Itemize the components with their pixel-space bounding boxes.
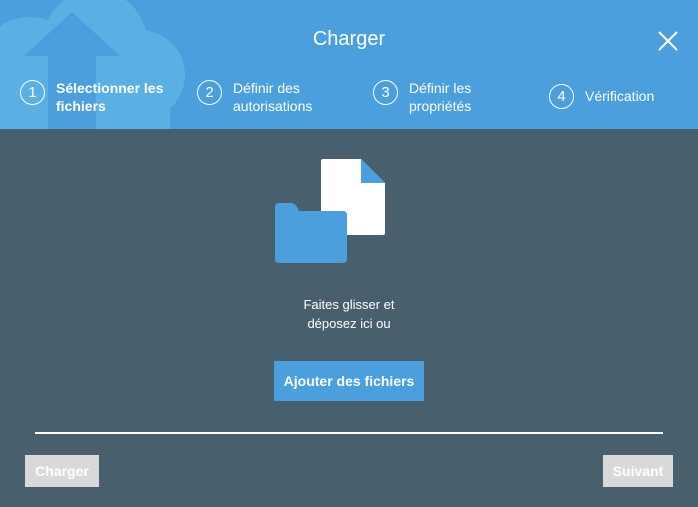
step-set-permissions[interactable]: 2 Définir des autorisations (197, 79, 353, 115)
step-select-files[interactable]: 1 Sélectionner les fichiers (20, 79, 176, 115)
step-number: 3 (373, 80, 398, 105)
step-verification[interactable]: 4 Vérification (549, 84, 698, 109)
step-label: Vérification (585, 88, 655, 104)
drop-text-line2: déposez ici ou (307, 316, 391, 331)
step-label: Définir les propriétés (409, 80, 472, 114)
upload-button[interactable]: Charger (25, 455, 99, 487)
step-number: 1 (20, 80, 45, 105)
dialog-title: Charger (312, 28, 386, 50)
step-number: 2 (197, 80, 222, 105)
drop-text-line1: Faites glisser et (303, 297, 395, 312)
close-icon[interactable] (654, 27, 682, 55)
drop-instructions: Faites glisser et déposez ici ou (249, 295, 449, 333)
add-files-button[interactable]: Ajouter des fichiers (274, 361, 424, 401)
dialog-header: Charger 1 Sélectionner les fichiers 2 Dé… (0, 0, 698, 129)
upload-dialog: Charger 1 Sélectionner les fichiers 2 Dé… (0, 0, 698, 507)
next-button[interactable]: Suivant (603, 455, 673, 487)
folder-file-icon (275, 159, 385, 263)
step-label: Sélectionner les fichiers (56, 80, 164, 114)
step-set-properties[interactable]: 3 Définir les propriétés (373, 79, 529, 115)
step-number: 4 (549, 84, 574, 109)
step-label: Définir des autorisations (233, 80, 313, 114)
divider (35, 432, 663, 434)
